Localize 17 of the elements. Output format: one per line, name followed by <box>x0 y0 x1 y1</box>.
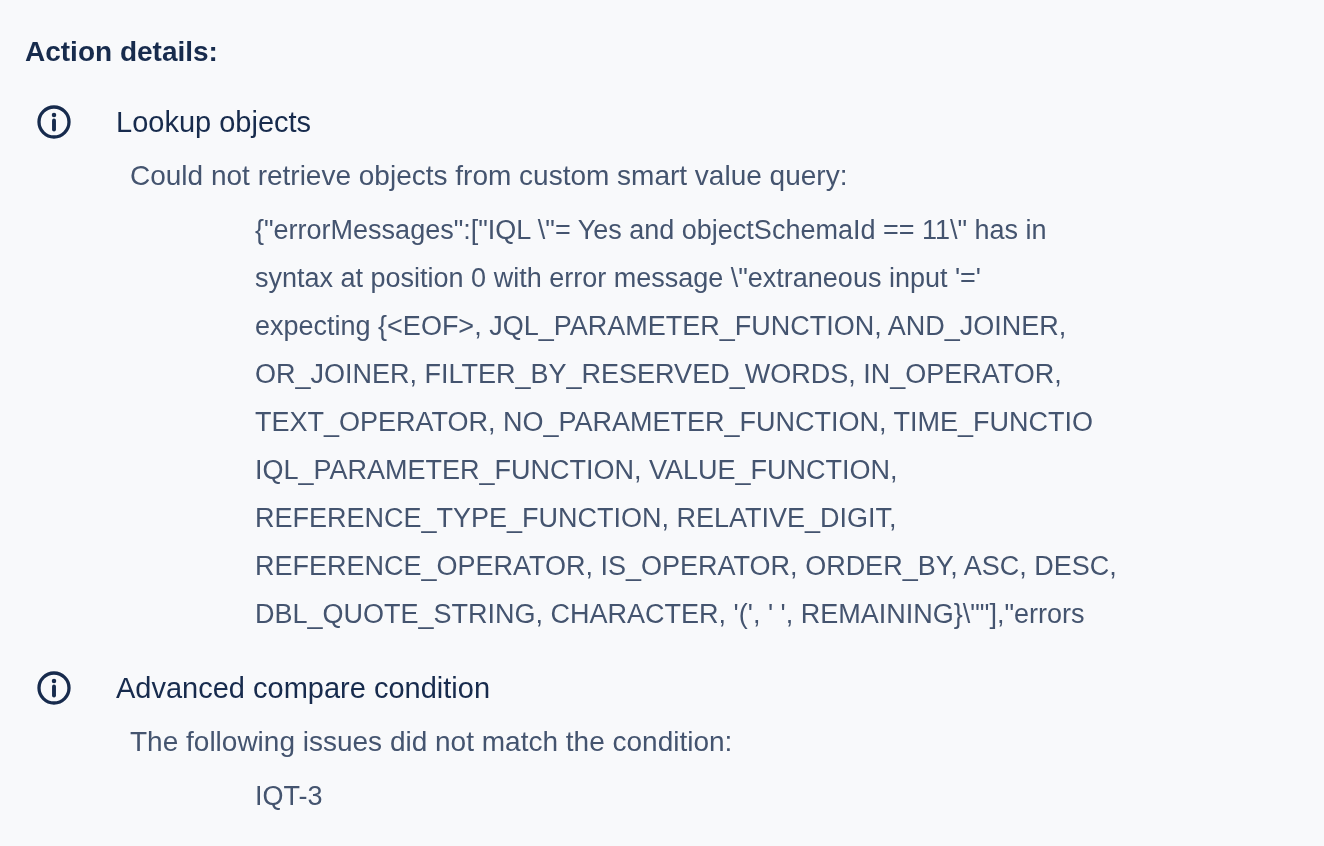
detail-line: OR_JOINER, FILTER_BY_RESERVED_WORDS, IN_OPERATOR, <box>255 358 1062 391</box>
item-title: Advanced compare condition <box>116 671 490 706</box>
info-icon <box>36 670 72 706</box>
detail-line: TEXT_OPERATOR, NO_PARAMETER_FUNCTION, TIME_FUNCTIO <box>255 406 1094 439</box>
detail-line: IQL_PARAMETER_FUNCTION, VALUE_FUNCTION, <box>255 454 898 487</box>
detail-line: {"errorMessages":["IQL \"= Yes and objectSchemaId == 11\" has in <box>255 214 1047 247</box>
detail-line: IQT-3 <box>255 780 323 813</box>
detail-line: REFERENCE_OPERATOR, IS_OPERATOR, ORDER_BY, ASC, DESC, <box>255 550 1117 583</box>
detail-line: REFERENCE_TYPE_FUNCTION, RELATIVE_DIGIT, <box>255 502 897 535</box>
section-heading: Action details: <box>25 35 219 69</box>
detail-line: DBL_QUOTE_STRING, CHARACTER, '(', ' ', REMAINING}\""],"errors <box>255 598 1085 631</box>
item-description: The following issues did not match the condition: <box>130 725 734 759</box>
detail-line: syntax at position 0 with error message \"extraneous input '=' <box>255 262 982 295</box>
item-description: Could not retrieve objects from custom smart value query: <box>130 159 849 193</box>
info-icon <box>36 104 72 140</box>
detail-line: expecting {<EOF>, JQL_PARAMETER_FUNCTION, AND_JOINER, <box>255 310 1067 343</box>
item-title: Lookup objects <box>116 105 312 140</box>
